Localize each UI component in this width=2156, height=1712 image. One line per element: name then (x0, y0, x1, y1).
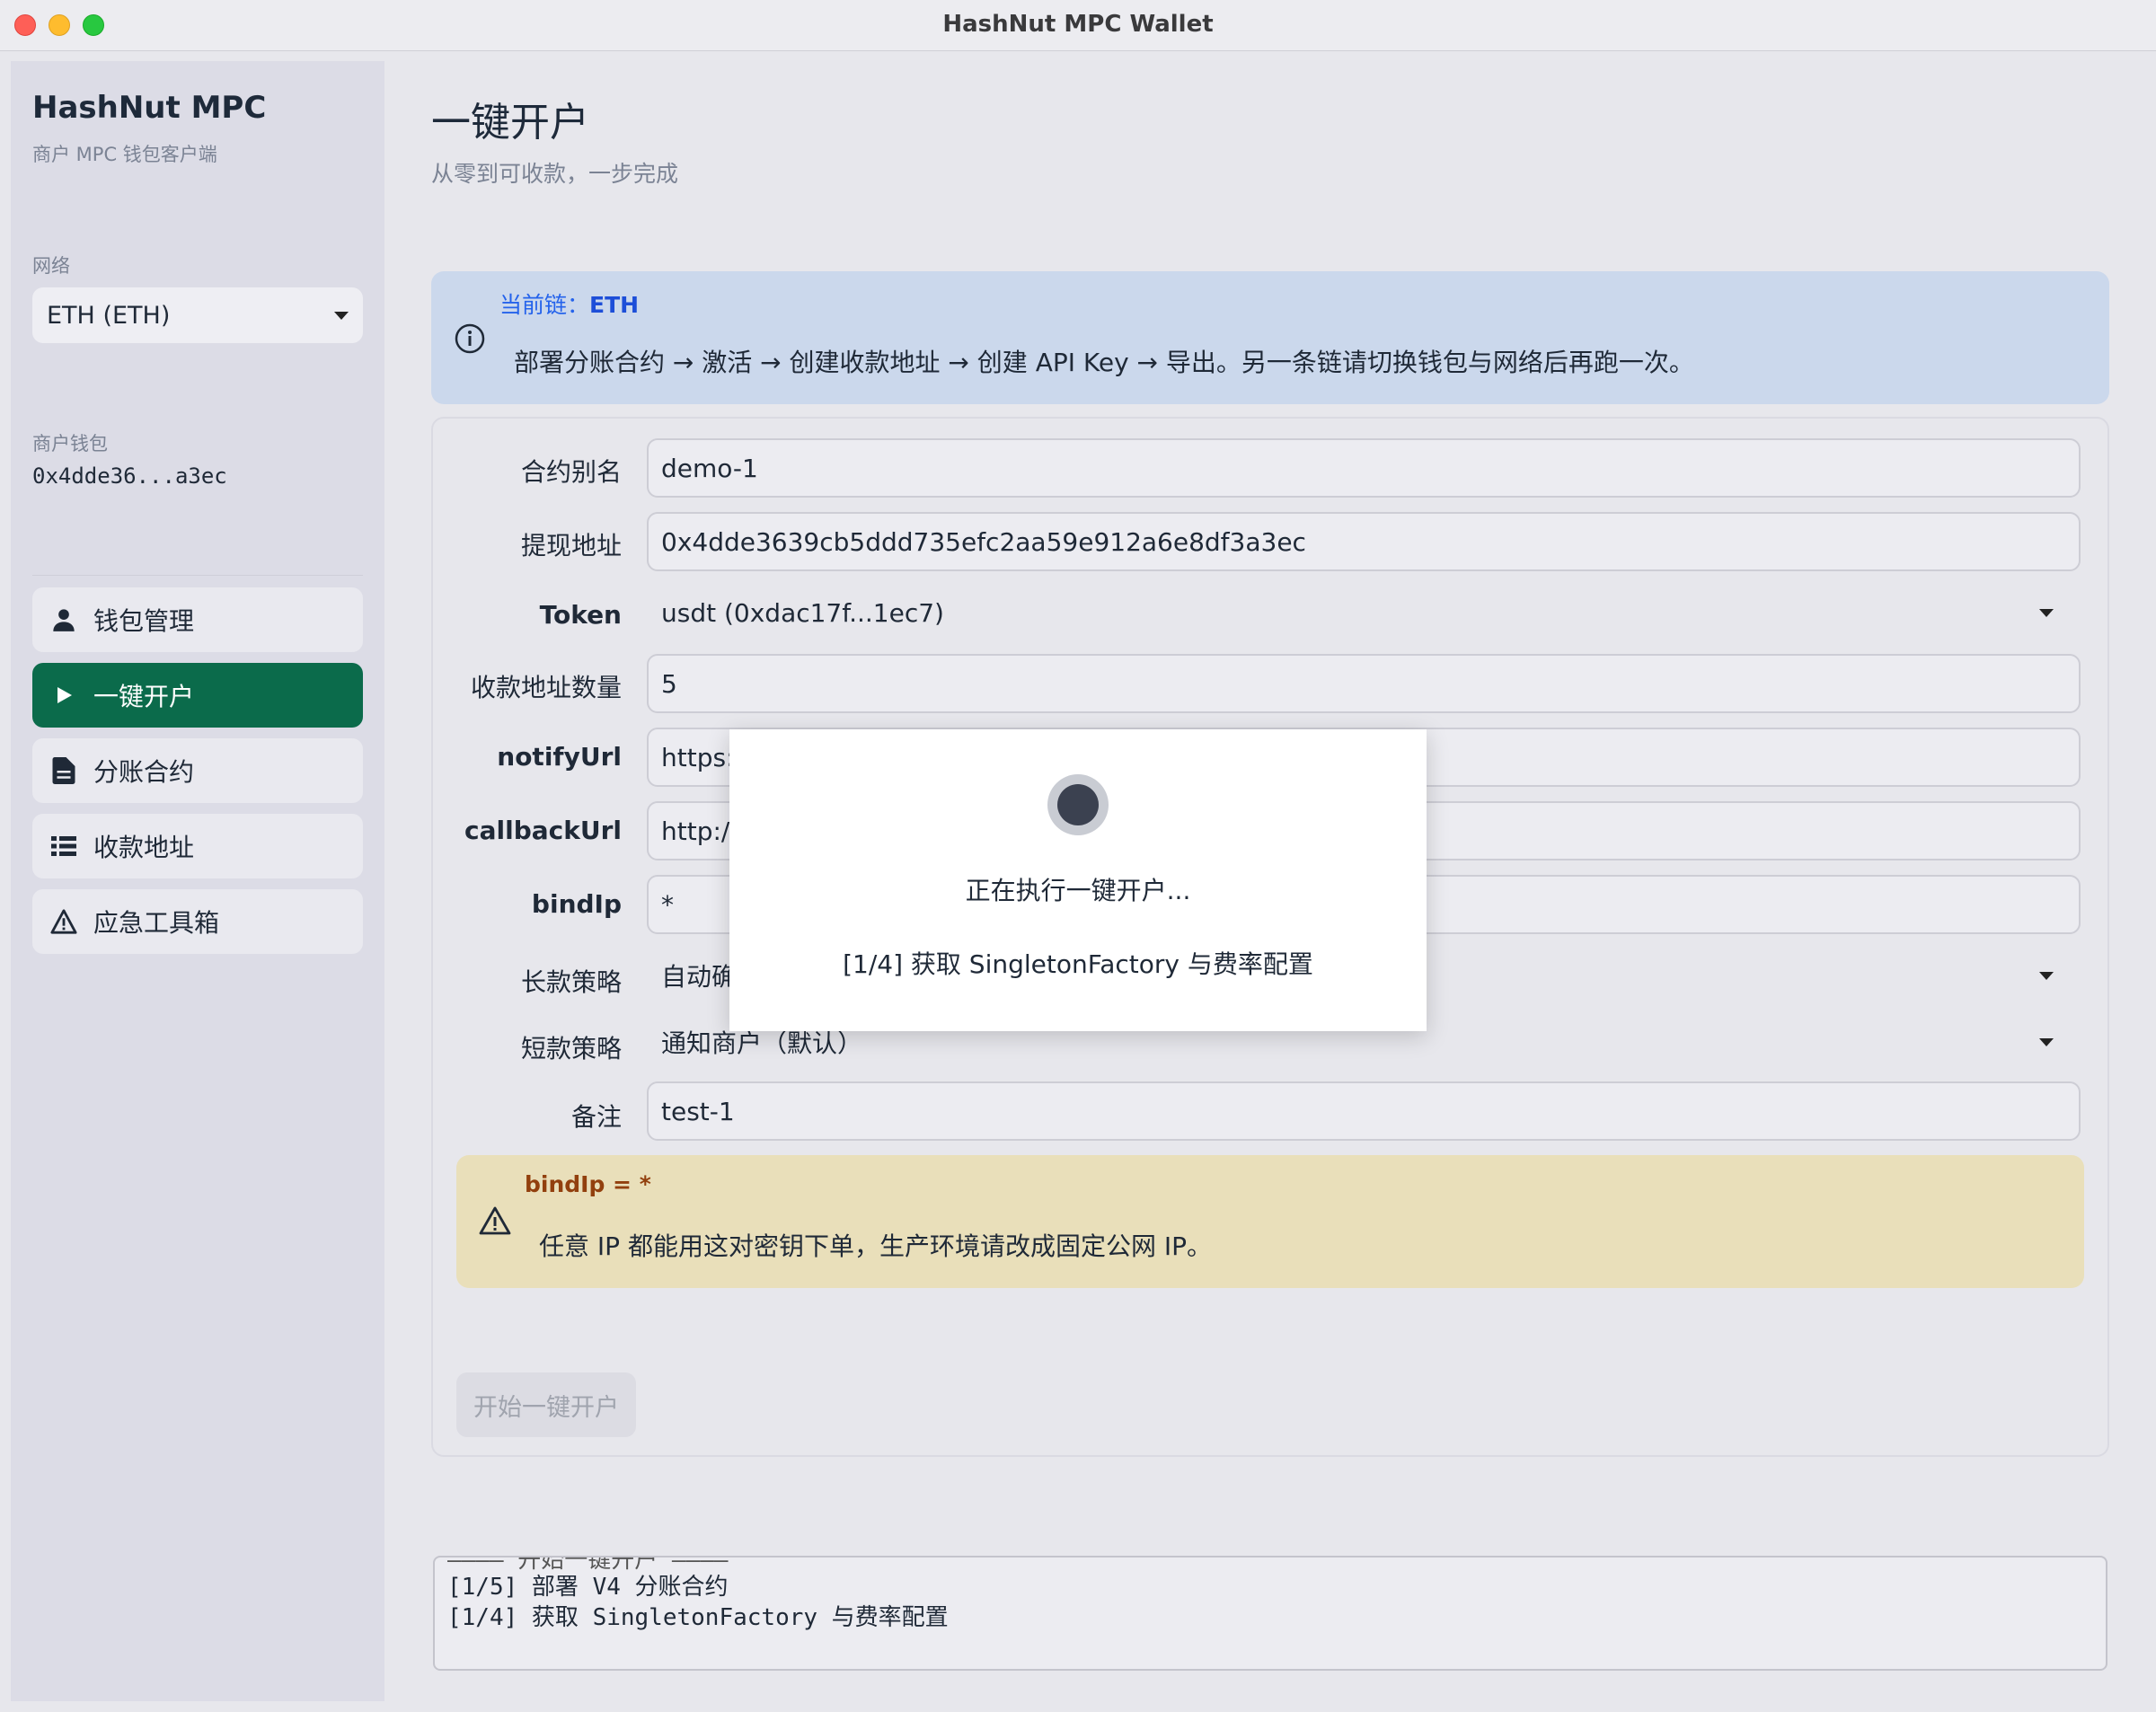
chevron-down-icon (2039, 971, 2054, 980)
current-chain: ETH (589, 292, 640, 318)
play-icon (50, 682, 77, 709)
address-count-label: 收款地址数量 (470, 673, 622, 702)
network-select-value: ETH (ETH) (47, 301, 171, 330)
start-one-click-button[interactable]: 开始一键开户 (456, 1372, 636, 1437)
chevron-down-icon (334, 311, 349, 320)
sidebar-item-split-contract[interactable]: 分账合约 (32, 738, 363, 803)
wallet-address: 0x4dde36...a3ec (32, 463, 227, 489)
alias-input[interactable]: demo-1 (647, 438, 2081, 498)
sidebar-item-label: 分账合约 (93, 757, 195, 787)
sidebar-item-label: 应急工具箱 (93, 908, 220, 938)
sidebar-item-label: 收款地址 (93, 833, 195, 862)
info-title: 当前链：ETH (499, 287, 639, 320)
info-icon (455, 323, 485, 354)
wallet-label: 商户钱包 (32, 433, 108, 454)
page-subtitle: 从零到可收款，一步完成 (431, 161, 679, 187)
info-body: 部署分账合约 → 激活 → 创建收款地址 → 创建 API Key → 导出。另… (514, 348, 1694, 377)
token-label: Token (539, 600, 622, 630)
warning-icon (478, 1205, 512, 1238)
sidebar-item-label: 钱包管理 (93, 606, 195, 636)
info-title-prefix: 当前链： (499, 292, 590, 318)
withdraw-address-label: 提现地址 (520, 531, 622, 560)
page-title: 一键开户 (431, 100, 589, 146)
document-icon (50, 757, 77, 784)
sidebar-item-receiving-addresses[interactable]: 收款地址 (32, 814, 363, 878)
brand-title: HashNut MPC (32, 90, 267, 126)
sidebar-item-label: 一键开户 (93, 682, 195, 711)
brand-subtitle: 商户 MPC 钱包客户端 (32, 144, 217, 165)
sidebar-item-emergency-toolbox[interactable]: 应急工具箱 (32, 889, 363, 954)
chain-info-banner: 当前链：ETH 部署分账合约 → 激活 → 创建收款地址 → 创建 API Ke… (431, 271, 2109, 404)
withdraw-address-input[interactable]: 0x4dde3639cb5ddd735efc2aa59e912a6e8df3a3… (647, 512, 2081, 571)
title-bar: HashNut MPC Wallet (0, 0, 2156, 51)
notify-url-label: notifyUrl (497, 742, 622, 772)
token-select[interactable]: usdt (0xdac17f...1ec7) (647, 586, 2081, 640)
user-icon (50, 606, 77, 633)
app-window: HashNut MPC Wallet HashNut MPC 商户 MPC 钱包… (0, 0, 2156, 1712)
alias-label: 合约别名 (520, 457, 622, 487)
progress-title: 正在执行一键开户... (965, 876, 1191, 905)
log-line: [1/5] 部署 V4 分账合约 (447, 1574, 729, 1601)
bind-ip-label: bindIp (531, 889, 622, 919)
callback-url-label: callbackUrl (464, 816, 622, 845)
log-output[interactable]: ———— 开始一键开户 ———— [1/5] 部署 V4 分账合约 [1/4] … (433, 1556, 2107, 1671)
chevron-down-icon (2039, 1037, 2054, 1046)
remark-label: 备注 (570, 1102, 622, 1132)
log-line: [1/4] 获取 SingletonFactory 与费率配置 (447, 1604, 949, 1631)
sidebar: HashNut MPC 商户 MPC 钱包客户端 网络 ETH (ETH) 商户… (11, 61, 384, 1701)
spinner-icon (1047, 774, 1109, 835)
short-policy-label: 短款策略 (520, 1034, 622, 1063)
long-policy-value: 自动确 (661, 962, 738, 992)
network-select[interactable]: ETH (ETH) (32, 287, 363, 343)
warning-title: bindIp = * (525, 1171, 651, 1197)
chevron-down-icon (2039, 608, 2054, 617)
token-select-value: usdt (0xdac17f...1ec7) (661, 597, 944, 628)
warning-body: 任意 IP 都能用这对密钥下单，生产环境请改成固定公网 IP。 (539, 1231, 1212, 1261)
list-icon (50, 833, 77, 860)
progress-dialog: 正在执行一键开户... [1/4] 获取 SingletonFactory 与费… (729, 729, 1427, 1031)
warning-icon (50, 908, 77, 935)
sidebar-item-one-click-open[interactable]: 一键开户 (32, 663, 363, 728)
address-count-input[interactable]: 5 (647, 654, 2081, 713)
window-title: HashNut MPC Wallet (942, 11, 1214, 38)
bind-ip-warning: bindIp = * 任意 IP 都能用这对密钥下单，生产环境请改成固定公网 I… (456, 1155, 2084, 1288)
sidebar-item-wallet-management[interactable]: 钱包管理 (32, 587, 363, 652)
sidebar-divider (32, 575, 363, 576)
long-policy-label: 长款策略 (520, 967, 622, 997)
remark-input[interactable]: test-1 (647, 1081, 2081, 1141)
network-label: 网络 (32, 255, 70, 277)
progress-step: [1/4] 获取 SingletonFactory 与费率配置 (843, 949, 1313, 979)
spinner-core (1057, 784, 1099, 825)
